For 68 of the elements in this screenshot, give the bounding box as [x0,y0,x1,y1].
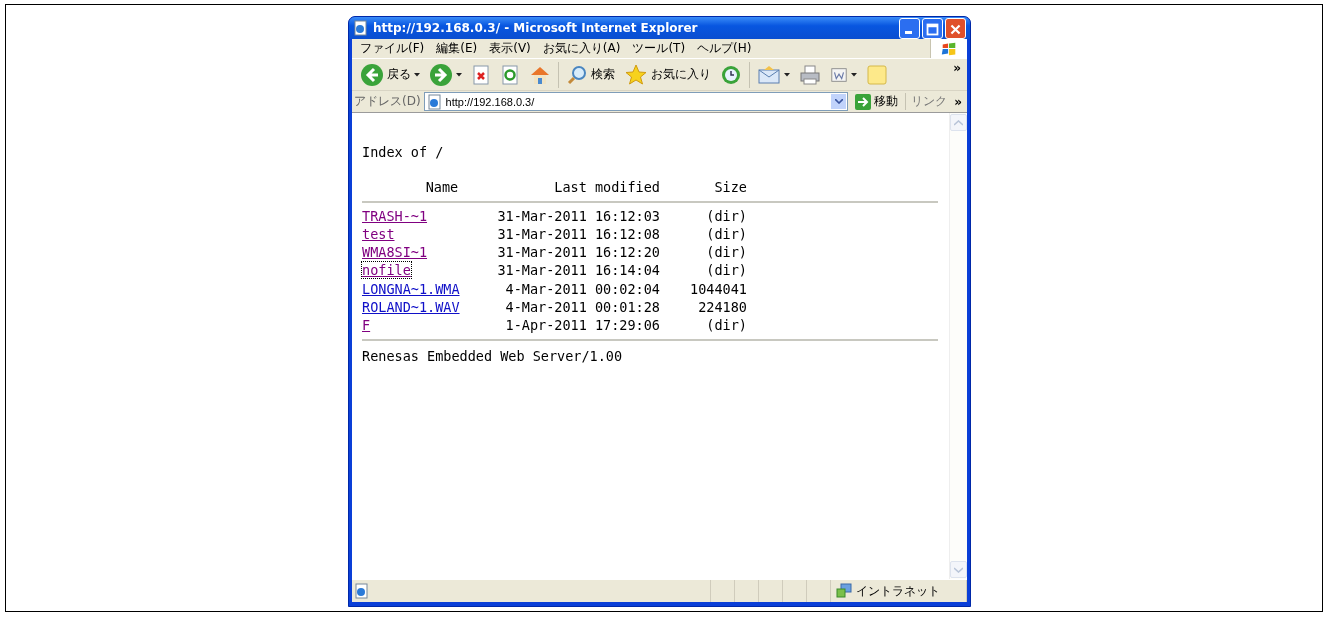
caret-icon [851,72,857,77]
modified-cell-text: 31-Mar-2011 16:12:03 [496,206,660,225]
window-title: http://192.168.0.3/ - Microsoft Internet Explorer [373,21,699,35]
links-button[interactable]: リンク [905,93,948,110]
modified-cell-text: 31-Mar-2011 16:12:20 [496,243,660,262]
minimize-button[interactable] [899,17,920,39]
file-link[interactable]: test [362,225,395,242]
note-icon [866,63,888,86]
size-cell-text: (dir) [705,316,747,335]
caret-icon [784,72,790,77]
chevron-down-icon [954,566,963,573]
caret-icon [414,72,420,77]
address-field[interactable]: http://192.168.0.3/ [423,92,849,111]
menu-item[interactable]: 編集(E) [430,40,484,57]
star-icon [624,62,648,87]
page-icon [353,20,369,36]
go-button[interactable]: 移動 [851,93,903,110]
document-icon [830,65,848,84]
page-heading: Index of / [362,143,445,162]
favorites-button[interactable]: お気に入り [620,60,715,89]
file-link[interactable]: TRASH-~1 [362,207,428,224]
file-link[interactable]: nofile [362,262,411,279]
menu-item[interactable]: ファイル(F) [354,40,431,57]
file-link[interactable]: ROLAND~1.WAV [362,299,460,316]
size-cell-text: (dir) [705,243,747,262]
maximize-button[interactable] [922,17,943,39]
chevron-up-icon [954,119,963,126]
network-icon [836,583,852,599]
server-signature: Renesas Embedded Web Server/1.00 [362,346,624,365]
modified-cell-text: 31-Mar-2011 16:12:08 [496,224,660,244]
menu-item[interactable]: 表示(V) [483,40,537,57]
column-header: Name [424,178,460,197]
arrow-icon [855,93,872,110]
minimize-icon [905,30,912,34]
modified-cell-text: 4-Mar-2011 00:02:04 [504,279,660,299]
toolbar-overflow-button[interactable]: » [953,61,961,75]
envelope-icon [757,63,781,86]
close-button[interactable] [945,17,966,39]
page-icon [426,93,443,110]
column-header: Last modified [553,178,660,197]
chevron-down-icon [834,99,843,104]
stop-icon [471,64,491,85]
file-link[interactable]: WMA8SI~1 [362,244,428,261]
search-icon [566,63,588,86]
zone-label: イントラネット [856,582,940,600]
menu-item[interactable]: お気に入り(A) [536,40,627,57]
file-link[interactable]: F [362,317,371,334]
links-overflow-button[interactable]: » [950,94,967,109]
size-cell-text: (dir) [705,224,747,244]
size-cell-text: 1044041 [689,279,747,299]
size-cell-text: 224180 [697,298,747,317]
clock-icon [720,63,742,86]
refresh-icon [500,64,520,85]
file-link[interactable]: LONGNA~1.WMA [362,280,460,297]
printer-icon [799,63,821,86]
size-cell-text: (dir) [705,261,747,280]
modified-cell-text: 1-Apr-2011 17:29:06 [504,316,660,335]
modified-cell-text: 31-Mar-2011 16:14:04 [496,261,660,280]
caret-icon [456,72,462,77]
back-button[interactable]: 戻る [356,60,424,89]
search-button[interactable]: 検索 [562,61,619,88]
column-header: Size [713,178,747,197]
modified-cell-text: 4-Mar-2011 00:01:28 [504,298,660,317]
menu-item[interactable]: ヘルプ(H) [691,40,758,57]
address-label: アドレス(D) [354,93,421,110]
dropdown-button[interactable] [831,94,847,109]
size-cell-text: (dir) [705,206,747,225]
menu-item[interactable]: ツール(T) [626,40,692,57]
